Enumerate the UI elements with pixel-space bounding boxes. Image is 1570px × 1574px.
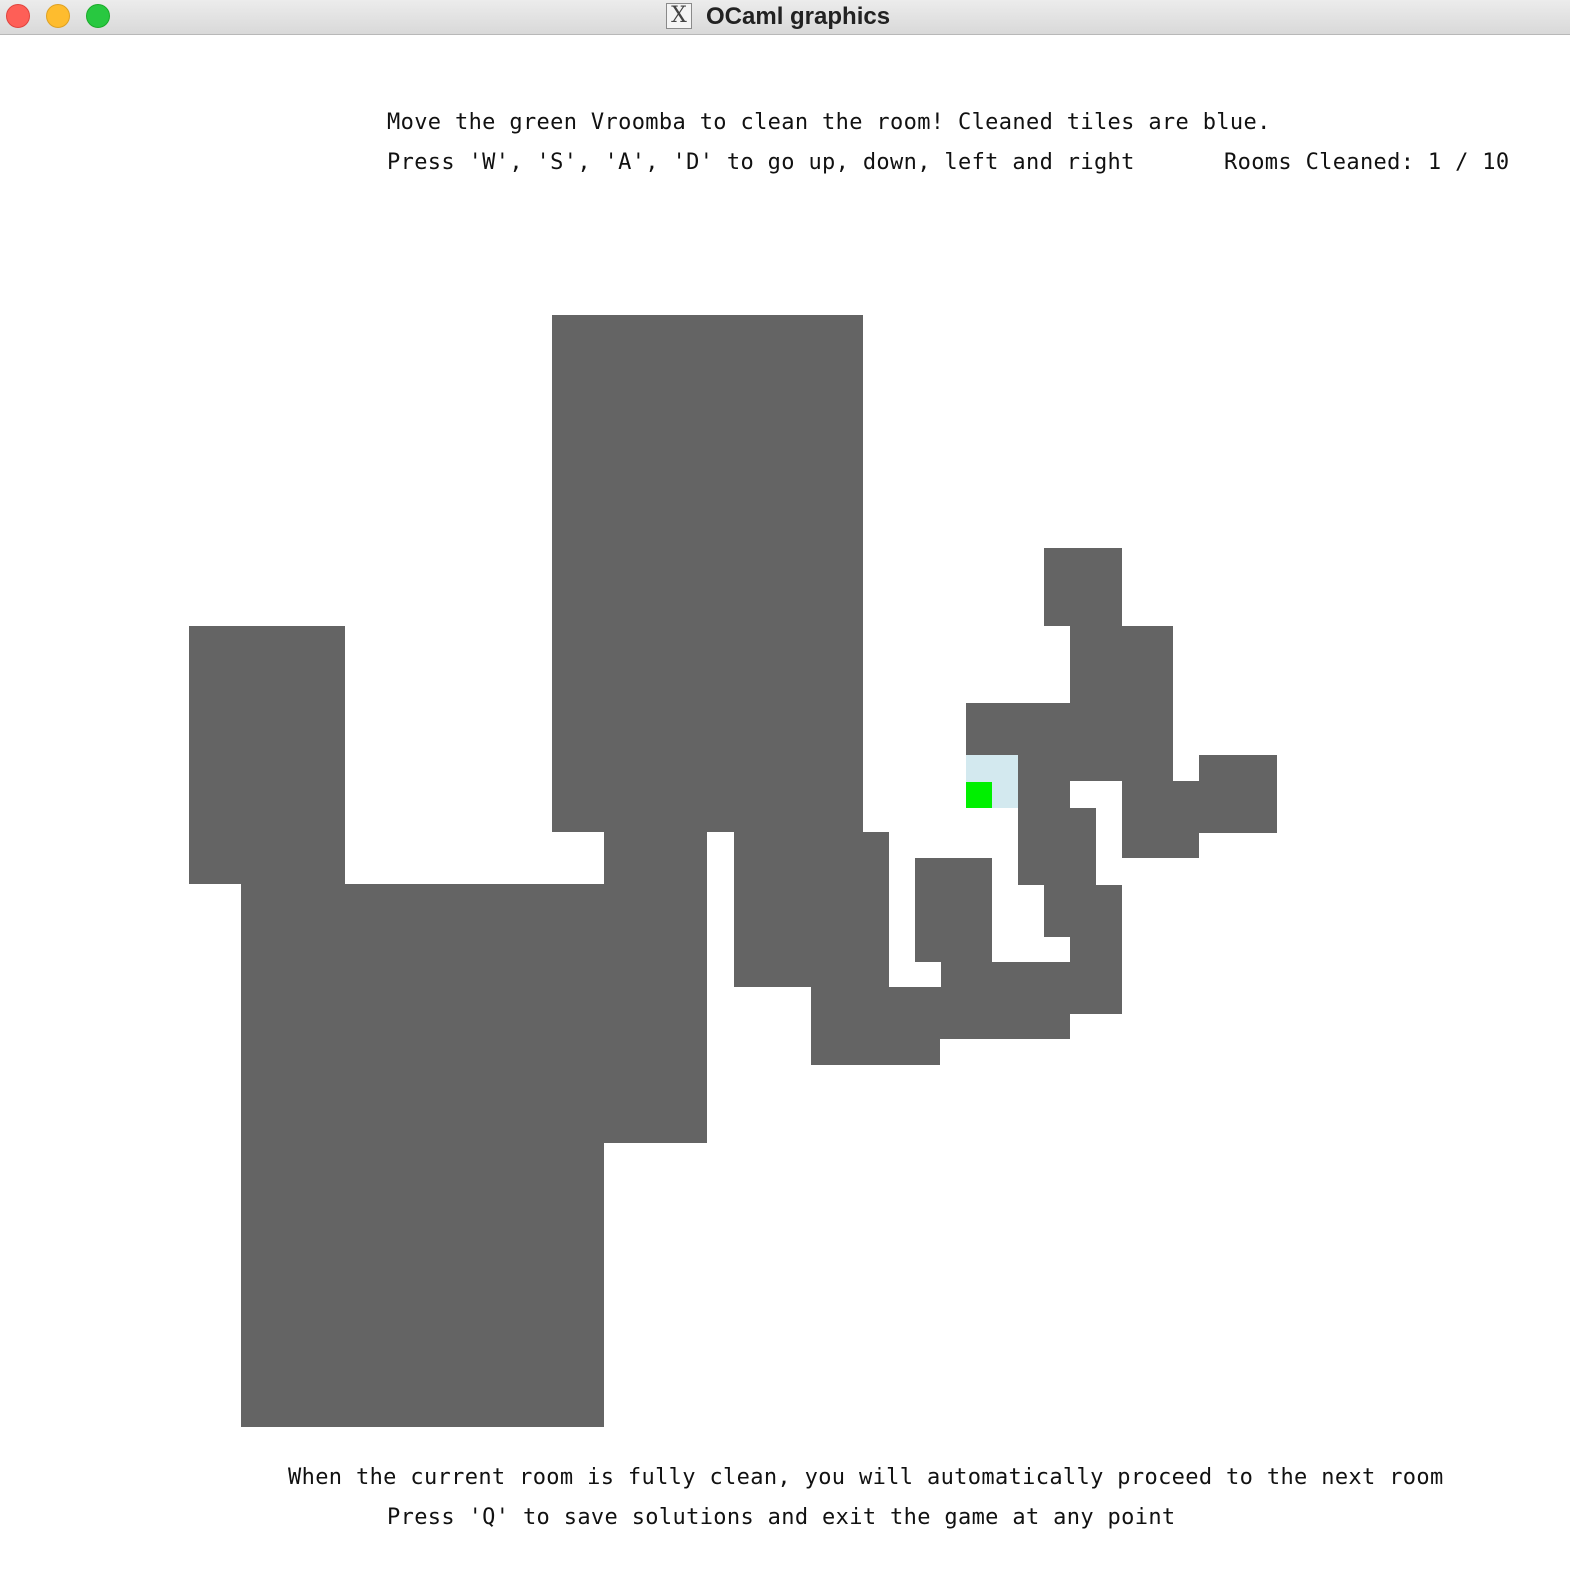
game-board[interactable] xyxy=(0,0,1570,1574)
wall-tile xyxy=(1070,808,1096,885)
wall-tile xyxy=(241,884,604,1427)
wall-tile xyxy=(1018,755,1070,885)
footer-line-1: When the current room is fully clean, yo… xyxy=(288,1465,1444,1490)
instruction-line-1: Move the green Vroomba to clean the room… xyxy=(387,110,1271,135)
wall-tile xyxy=(604,884,707,1143)
footer-line-2: Press 'Q' to save solutions and exit the… xyxy=(387,1505,1176,1530)
wall-tile xyxy=(1044,548,1122,626)
wall-tile xyxy=(966,703,1173,755)
wall-tile xyxy=(1018,781,1070,808)
wall-tile xyxy=(1044,885,1122,937)
wall-tile xyxy=(1199,755,1277,833)
instruction-line-2: Press 'W', 'S', 'A', 'D' to go up, down,… xyxy=(387,150,1135,175)
vroomba xyxy=(966,782,992,808)
rooms-cleaned-counter: Rooms Cleaned: 1 / 10 xyxy=(1224,150,1510,175)
wall-tile xyxy=(189,626,345,884)
wall-tile xyxy=(915,858,992,962)
wall-tile xyxy=(1122,781,1199,858)
wall-tile xyxy=(734,832,889,987)
wall-tile xyxy=(552,315,863,832)
wall-tile xyxy=(1070,937,1122,1014)
